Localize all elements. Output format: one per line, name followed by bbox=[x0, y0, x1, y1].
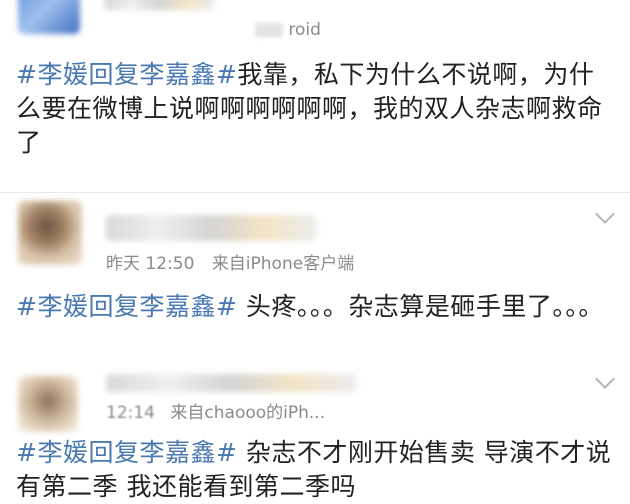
post-meta: 12:14 来自chaooo的iPh... bbox=[106, 398, 325, 423]
post-source: 来自iPhone客户端 bbox=[211, 254, 355, 274]
hashtag-link[interactable]: #李媛回复李嘉鑫# bbox=[16, 438, 237, 467]
hashtag-link[interactable]: #李媛回复李嘉鑫# bbox=[16, 60, 237, 89]
chevron-down-icon[interactable] bbox=[595, 204, 615, 224]
username-blurred[interactable] bbox=[106, 215, 316, 241]
post-meta: 昨天 12:50 来自iPhone客户端 bbox=[106, 249, 354, 274]
post-2: 昨天 12:50 来自iPhone客户端 #李媛回复李嘉鑫# 头疼。。。杂志算是… bbox=[0, 193, 630, 368]
username-blurred[interactable] bbox=[106, 374, 356, 392]
avatar[interactable] bbox=[18, 201, 82, 265]
post-time: 12:14 bbox=[106, 403, 155, 423]
chevron-down-icon[interactable] bbox=[595, 369, 615, 389]
post-3: 12:14 来自chaooo的iPh... #李媛回复李嘉鑫# 杂志不才刚开始售… bbox=[0, 368, 630, 504]
post-text: #李媛回复李嘉鑫# 杂志不才刚开始售卖 导演不才说有第二季 我还能看到第二季吗 bbox=[16, 436, 616, 504]
post-text: #李媛回复李嘉鑫# 头疼。。。杂志算是砸手里了。。。 bbox=[16, 290, 616, 324]
avatar[interactable] bbox=[18, 376, 78, 432]
post-text: #李媛回复李嘉鑫#我靠，私下为什么不说啊，为什么要在微博上说啊啊啊啊啊啊，我的双… bbox=[16, 58, 616, 160]
post-source: 来自chaooo的iPh... bbox=[170, 403, 326, 423]
avatar[interactable] bbox=[18, 0, 80, 34]
post-meta: roid bbox=[255, 20, 321, 40]
post-time: 昨天 12:50 bbox=[106, 254, 195, 274]
post-body: 头疼。。。杂志算是砸手里了。。。 bbox=[237, 292, 604, 321]
hashtag-link[interactable]: #李媛回复李嘉鑫# bbox=[16, 292, 237, 321]
post-1: roid #李媛回复李嘉鑫#我靠，私下为什么不说啊，为什么要在微博上说啊啊啊啊啊… bbox=[0, 0, 630, 190]
meta-source-tail: roid bbox=[288, 20, 321, 40]
username-blurred[interactable] bbox=[104, 0, 214, 10]
